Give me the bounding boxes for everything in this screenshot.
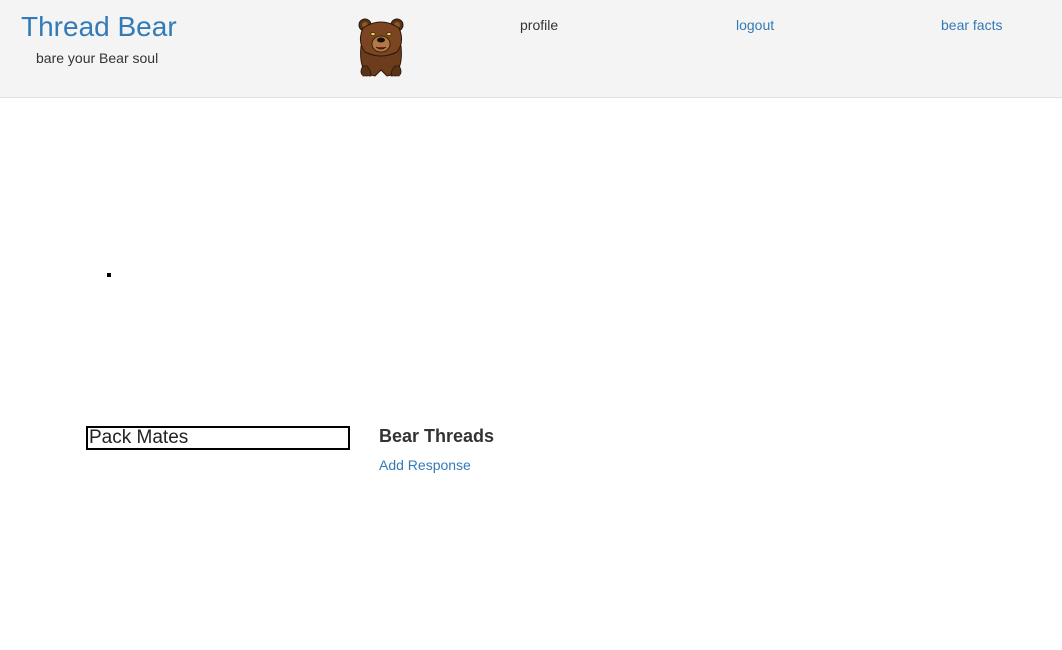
brand-link[interactable]: Thread Bear [21, 10, 177, 44]
add-response-link[interactable]: Add Response [379, 457, 471, 474]
bear-threads-heading: Bear Threads [379, 426, 495, 446]
nav-logout-link[interactable]: logout [736, 17, 774, 34]
nav-profile-link[interactable]: profile [520, 17, 558, 34]
bear-logo-icon [358, 18, 404, 78]
tagline: bare your Bear soul [36, 50, 159, 66]
top-navbar: Thread Bear bare your Bear soul profile … [0, 0, 1062, 98]
nav-bear-facts-link[interactable]: bear facts [941, 17, 1002, 34]
pack-mates-box: Pack Mates [86, 426, 350, 450]
bullet-marker [107, 273, 111, 277]
